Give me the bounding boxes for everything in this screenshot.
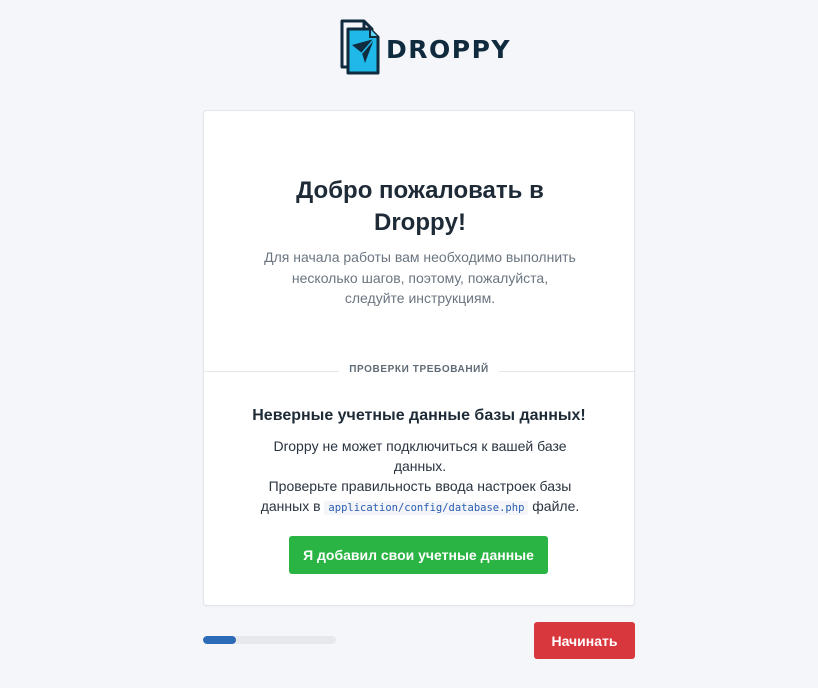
credentials-added-button[interactable]: Я добавил свои учетные данные: [289, 536, 548, 574]
start-button[interactable]: Начинать: [534, 622, 635, 659]
requirements-section-label: ПРОВЕРКИ ТРЕБОВАНИЙ: [339, 364, 499, 375]
welcome-description: Для начала работы вам необходимо выполни…: [264, 249, 576, 306]
config-path: application/config/database.php: [324, 501, 529, 515]
error-title: Неверные учетные данные базы данных!: [252, 407, 586, 424]
welcome-title: Добро пожаловать в Droppy!: [296, 177, 544, 236]
error-line-1: Droppy не может подключиться к вашей баз…: [273, 438, 567, 474]
error-line-2-end: файле.: [532, 498, 580, 514]
error-message: Droppy не может подключиться к вашей баз…: [250, 436, 590, 518]
setup-progress-bar: [203, 636, 336, 644]
logo-text: DROPPY: [386, 34, 512, 64]
welcome-card: Добро пожаловать в Droppy! Для начала ра…: [203, 110, 635, 606]
app-logo: DROPPY: [334, 19, 511, 77]
progress-fill: [203, 636, 237, 644]
paper-plane-document-icon: [334, 19, 382, 77]
